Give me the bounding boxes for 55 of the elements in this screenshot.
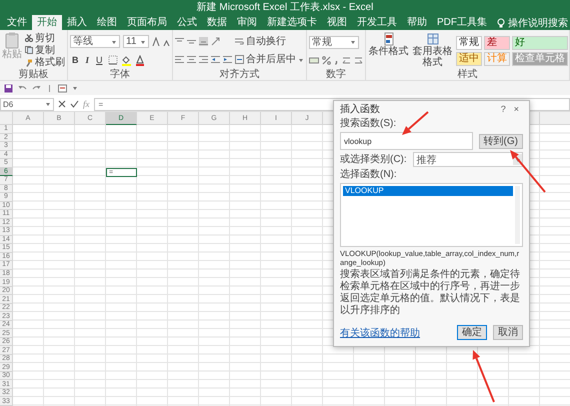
clipboard-button[interactable]: 剪切: [25, 32, 65, 44]
ribbon-tab[interactable]: 视图: [322, 15, 352, 30]
ribbon-tab[interactable]: PDF工具集: [432, 15, 492, 30]
group-label: 样式: [456, 69, 478, 80]
ribbon-tab[interactable]: 开始: [32, 15, 62, 30]
number-format-field[interactable]: 常规: [309, 36, 359, 49]
category-label: 或选择类别(C):: [340, 154, 407, 166]
clipboard-button[interactable]: 格式刷: [25, 57, 65, 68]
format-as-table-button[interactable]: 套用表格格式: [412, 32, 453, 69]
font-name-field[interactable]: 等线: [70, 35, 120, 48]
font-size-field[interactable]: 11: [123, 35, 149, 48]
clipboard-button[interactable]: 复制: [25, 44, 65, 56]
name-box[interactable]: D6: [0, 98, 54, 110]
tell-me-search[interactable]: 操作说明搜索: [492, 15, 570, 30]
format-button[interactable]: B: [70, 55, 80, 66]
cell-style[interactable]: 检查单元格: [512, 52, 568, 66]
conditional-format-button[interactable]: 条件格式: [368, 32, 409, 69]
group-label: 对齐方式: [218, 69, 260, 80]
ribbon-tab[interactable]: 公式: [172, 15, 202, 30]
ribbon-tab[interactable]: 插入: [62, 15, 92, 30]
help-button[interactable]: ?: [496, 104, 510, 114]
cell-style[interactable]: 好: [512, 36, 568, 50]
window-title: 新建 Microsoft Excel 工作表.xlsx - Excel: [196, 0, 374, 14]
function-list-label: 选择函数(N):: [340, 169, 398, 181]
search-field[interactable]: vlookup: [340, 132, 473, 150]
ok-button[interactable]: 确定: [457, 325, 487, 340]
format-button[interactable]: U: [94, 55, 105, 66]
ribbon-tab[interactable]: 绘图: [92, 15, 122, 30]
wrap-text-button[interactable]: 自动换行: [235, 36, 304, 47]
cell-style[interactable]: 计算: [484, 52, 510, 66]
cell-style[interactable]: 适中: [456, 52, 482, 66]
ribbon-tab[interactable]: 页面布局: [122, 15, 172, 30]
cancel-button[interactable]: 取消: [493, 325, 523, 340]
cell-style[interactable]: 常规: [456, 36, 482, 50]
paste-button[interactable]: 粘贴: [2, 32, 22, 69]
format-button[interactable]: I: [84, 55, 92, 66]
group-label: 剪贴板: [18, 69, 50, 80]
function-description: 搜索表区域首列满足条件的元素，确定待检索单元格在区域中的行序号，再进一步返回选定单元格的值。默认情况下，表是以升序排序的: [340, 269, 521, 317]
group-label: 数字: [325, 69, 347, 80]
ribbon-tab[interactable]: 帮助: [402, 15, 432, 30]
group-label: 字体: [109, 69, 131, 80]
help-link[interactable]: 有关该函数的帮助: [340, 326, 451, 340]
go-button[interactable]: 转到(G): [478, 134, 523, 148]
function-item[interactable]: VLOOKUP: [343, 186, 513, 196]
ribbon-tab[interactable]: 文件: [2, 15, 32, 30]
function-list[interactable]: VLOOKUP: [340, 183, 523, 247]
ribbon-tab[interactable]: 开发工具: [352, 15, 402, 30]
ribbon-tab[interactable]: 新建选项卡: [262, 15, 322, 30]
insert-function-button[interactable]: fx: [83, 99, 90, 109]
cell-style[interactable]: 差: [484, 36, 510, 50]
ribbon-tab[interactable]: 审阅: [232, 15, 262, 30]
merge-center-button[interactable]: 合并后居中: [235, 54, 304, 66]
close-button[interactable]: ×: [510, 104, 523, 114]
category-dropdown[interactable]: 推荐: [412, 152, 523, 167]
ribbon-tab[interactable]: 数据: [202, 15, 232, 30]
